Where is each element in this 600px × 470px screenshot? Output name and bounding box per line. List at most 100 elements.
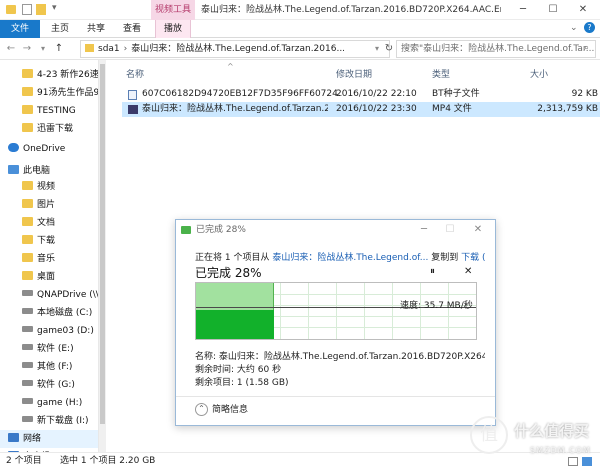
pause-icon[interactable]: ⏸ [430, 266, 435, 277]
collapse-chevron-icon: ⌃ [195, 403, 208, 416]
copy-description: 正在将 1 个项目从 泰山归来：险战丛林.The.Legend.of... 复制… [195, 250, 485, 263]
sidebar-item[interactable]: 迅雷下载 [0, 120, 98, 138]
less-details-label: 简略信息 [212, 405, 249, 415]
cancel-icon[interactable]: ✕ [464, 266, 472, 277]
sidebar-item[interactable]: 文档 [0, 214, 98, 232]
network-icon [8, 433, 19, 442]
sidebar-item-label: 软件 (G:) [37, 380, 75, 390]
sidebar-item[interactable]: 图片 [0, 196, 98, 214]
help-icon[interactable]: ? [584, 22, 595, 33]
sidebar-item[interactable]: game (H:) [0, 394, 98, 412]
maximize-icon[interactable]: ☐ [538, 0, 568, 20]
new-folder-icon[interactable] [36, 4, 46, 15]
quick-access-dropdown-icon[interactable]: ▾ [52, 3, 57, 13]
column-header-name[interactable]: 名称 [126, 67, 144, 80]
sidebar-item-label: 此电脑 [23, 166, 51, 176]
drive-icon [22, 398, 33, 404]
up-icon[interactable]: ↑ [52, 40, 66, 58]
dialog-close-icon[interactable]: ✕ [468, 220, 488, 240]
properties-icon[interactable] [22, 4, 32, 15]
sidebar-item-label: game (H:) [37, 398, 83, 408]
address-row: ← → ▾ ↑ sda1 › 泰山归来：险战丛林.The.Legend.of.Tar… [0, 38, 600, 60]
recent-locations-icon[interactable]: ▾ [36, 40, 50, 58]
search-icon[interactable]: ⌕ [584, 43, 589, 53]
tab-play[interactable]: 播放 [155, 20, 191, 38]
column-header-type[interactable]: 类型 [432, 67, 450, 80]
sidebar-item[interactable]: QNAPDrive (\\Q [0, 286, 99, 304]
sidebar-item[interactable]: 4-23 新作26速8 [0, 66, 98, 84]
sidebar-item[interactable]: 新下载盘 (I:) [0, 412, 98, 430]
minimize-icon[interactable]: ─ [508, 0, 538, 20]
sidebar-item-label: 其他 (F:) [37, 362, 73, 372]
sidebar-item-label: QNAPDrive (\\Q [37, 290, 99, 300]
copy-source-link[interactable]: 泰山归来：险战丛林.The.Legend.of... [272, 253, 428, 263]
column-header-size[interactable]: 大小 [530, 67, 548, 80]
graph-gridline [308, 283, 309, 339]
watermark-subtext: SMZDM.COM [530, 446, 591, 455]
watermark-text: 什么值得买 [514, 422, 590, 440]
drive-icon [22, 416, 33, 422]
sidebar-item[interactable]: 其他 (F:) [0, 358, 98, 376]
copy-prefix: 正在将 1 个项目从 [195, 253, 270, 263]
watermark: 值 什么值得买 SMZDM.COM [470, 410, 600, 470]
tab-view[interactable]: 查看 [116, 20, 148, 38]
sidebar-item-label: 软件 (E:) [37, 344, 74, 354]
file-date: 2016/10/22 23:30 [336, 104, 417, 114]
scrollbar-thumb[interactable] [100, 64, 105, 424]
file-row[interactable]: 泰山归来：险战丛林.The.Legend.of.Tarzan.20... 201… [122, 102, 600, 117]
copy-destination-link[interactable]: 下载 (G:) [461, 253, 485, 263]
sidebar-item-label: 新下载盘 (I:) [37, 416, 89, 426]
less-details-toggle[interactable]: ⌃ 简略信息 [195, 402, 248, 416]
time-remaining: 剩余时间: 大约 60 秒 [195, 365, 282, 375]
transfer-speed: 速度: 35.7 MB/秒 [400, 301, 473, 311]
sidebar-item[interactable]: 下载 [0, 232, 98, 250]
drive-icon [22, 362, 33, 368]
copy-icon [181, 226, 191, 234]
forward-icon[interactable]: → [20, 40, 34, 58]
sidebar-item[interactable]: 视频 [0, 178, 98, 196]
file-row[interactable]: 607C06182D94720EB12F7D35F96FF60724... 20… [122, 87, 600, 102]
sidebar-item[interactable]: OneDrive [0, 140, 98, 158]
tab-file[interactable]: 文件 [0, 20, 40, 38]
sidebar-item[interactable]: 软件 (E:) [0, 340, 98, 358]
address-bar[interactable]: sda1 › 泰山归来：险战丛林.The.Legend.of.Tarzan.2016… [80, 40, 390, 58]
sidebar-item[interactable]: 本地磁盘 (C:) [0, 304, 98, 322]
close-icon[interactable]: ✕ [568, 0, 598, 20]
navigation-scrollbar[interactable] [99, 60, 106, 452]
expand-ribbon-icon[interactable]: ⌄ [570, 23, 578, 33]
sidebar-item-label: TESTING [37, 106, 76, 116]
sidebar-item[interactable]: 软件 (G:) [0, 376, 98, 394]
torrent-file-icon [128, 90, 137, 100]
folder-icon [22, 271, 33, 280]
tab-home[interactable]: 主页 [44, 20, 76, 38]
sidebar-item-label: 迅雷下载 [37, 124, 74, 134]
copy-item-name: 名称: 泰山归来：险战丛林.The.Legend.of.Tarzan.2016.… [195, 352, 485, 362]
column-header-date[interactable]: 修改日期 [336, 67, 372, 80]
navigation-pane: 4-23 新作26速8 91汤先生作品9部 TESTING 迅雷下载 OneDrive 此… [0, 60, 99, 452]
refresh-icon[interactable]: ↻ [382, 40, 396, 58]
progress-fill-dark [196, 310, 274, 339]
item-count: 2 个项目 [6, 456, 42, 466]
tab-share[interactable]: 共享 [80, 20, 112, 38]
sidebar-item[interactable]: 音乐 [0, 250, 98, 268]
file-date: 2016/10/22 22:10 [336, 89, 417, 99]
cloud-icon [8, 143, 19, 152]
folder-icon [22, 217, 33, 226]
video-file-icon [128, 105, 138, 114]
search-input[interactable]: 搜索"泰山归来：险战丛林.The.Legend.of.Tar... [396, 40, 596, 58]
file-name: 泰山归来：险战丛林.The.Legend.of.Tarzan.20... [142, 104, 328, 114]
sidebar-item-label: 图片 [37, 200, 56, 210]
folder-icon [85, 44, 94, 52]
drive-icon [22, 344, 33, 350]
sidebar-item[interactable]: 网络 [0, 430, 98, 448]
graph-gridline [392, 283, 393, 339]
sidebar-item[interactable]: TESTING [0, 102, 98, 120]
back-icon[interactable]: ← [4, 40, 18, 58]
sidebar-item[interactable]: 桌面 [0, 268, 98, 286]
address-root-label[interactable]: sda1 [98, 44, 120, 54]
dialog-minimize-icon[interactable]: ─ [414, 220, 434, 240]
sidebar-item[interactable]: 91汤先生作品9部 [0, 84, 98, 102]
address-folder-label[interactable]: 泰山归来：险战丛林.The.Legend.of.Tarzan.2016... [131, 44, 345, 54]
folder-icon [22, 69, 33, 78]
sidebar-item[interactable]: game03 (D:) [0, 322, 98, 340]
